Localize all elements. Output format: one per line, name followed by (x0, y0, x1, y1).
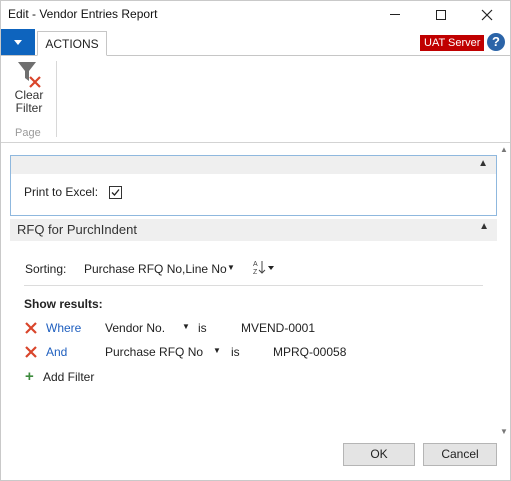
minimize-icon (390, 14, 400, 15)
filter-conjunction[interactable]: Where (46, 321, 81, 335)
svg-text:A: A (253, 261, 258, 268)
dialog-window: Edit - Vendor Entries Report ACTIONS UAT… (0, 0, 511, 481)
options-fasttab-header[interactable]: ▲ (11, 156, 496, 174)
ribbon-group-label: Page (15, 127, 41, 139)
filter-row: Where Vendor No. ▼ is MVEND-0001 (1, 320, 510, 336)
clear-filter-button[interactable]: Clear Filter (9, 59, 49, 127)
help-icon[interactable]: ? (487, 33, 505, 51)
filter-field-select[interactable]: Purchase RFQ No (105, 345, 203, 359)
sort-az-icon[interactable]: A Z (252, 259, 276, 276)
filter-operator: is (198, 321, 207, 335)
cancel-button[interactable]: Cancel (423, 443, 497, 466)
chevron-up-icon[interactable]: ▲ (478, 158, 488, 169)
tab-actions[interactable]: ACTIONS (37, 31, 107, 56)
close-icon (481, 9, 493, 20)
scroll-down-icon[interactable]: ▼ (498, 426, 510, 438)
chevron-down-icon (14, 39, 22, 45)
filter-field-select[interactable]: Vendor No. (105, 321, 165, 335)
divider (24, 285, 483, 286)
sorting-select[interactable]: Purchase RFQ No,Line No (84, 262, 227, 276)
checkmark-icon (111, 189, 120, 196)
show-results-label: Show results: (24, 297, 103, 311)
plus-icon: + (25, 368, 34, 385)
clear-filter-icon (18, 62, 41, 88)
filter-operator: is (231, 345, 240, 359)
ribbon-group-divider (56, 61, 57, 137)
remove-filter-icon[interactable] (25, 322, 37, 334)
title-bar: Edit - Vendor Entries Report (1, 1, 510, 29)
clear-filter-label-2: Filter (15, 101, 43, 115)
filter-conjunction[interactable]: And (46, 345, 67, 359)
ribbon-panel: Clear Filter Page (1, 57, 510, 143)
maximize-icon (436, 9, 446, 20)
print-to-excel-label: Print to Excel: (24, 185, 99, 199)
scroll-up-icon[interactable]: ▲ (498, 144, 510, 156)
filter-value-input[interactable]: MVEND-0001 (241, 321, 315, 335)
filter-field-dropdown-icon[interactable]: ▼ (213, 346, 221, 355)
filter-field-dropdown-icon[interactable]: ▼ (182, 322, 190, 331)
svg-text:Z: Z (253, 269, 258, 275)
server-badge: UAT Server (420, 35, 485, 51)
filter-value-input[interactable]: MPRQ-00058 (273, 345, 346, 359)
ok-button[interactable]: OK (343, 443, 415, 466)
close-button[interactable] (464, 1, 510, 28)
sorting-dropdown-icon[interactable]: ▼ (227, 263, 235, 272)
remove-filter-icon[interactable] (25, 346, 37, 358)
filter-row: And Purchase RFQ No ▼ is MPRQ-00058 (1, 344, 510, 360)
vertical-scrollbar[interactable]: ▲ ▼ (498, 144, 510, 438)
maximize-button[interactable] (418, 1, 464, 28)
print-to-excel-checkbox[interactable] (109, 186, 122, 199)
file-menu-button[interactable] (1, 29, 35, 55)
rfq-fasttab-header[interactable]: RFQ for PurchIndent ▲ (10, 219, 497, 241)
options-fasttab: ▲ Print to Excel: (10, 155, 497, 216)
sorting-label: Sorting: (25, 262, 67, 276)
add-filter-label: Add Filter (43, 370, 95, 384)
minimize-button[interactable] (372, 1, 418, 28)
chevron-up-icon[interactable]: ▲ (479, 221, 489, 232)
window-title: Edit - Vendor Entries Report (8, 7, 158, 21)
ribbon-tabs: ACTIONS UAT Server ? (1, 29, 510, 56)
rfq-section-title: RFQ for PurchIndent (17, 222, 137, 237)
